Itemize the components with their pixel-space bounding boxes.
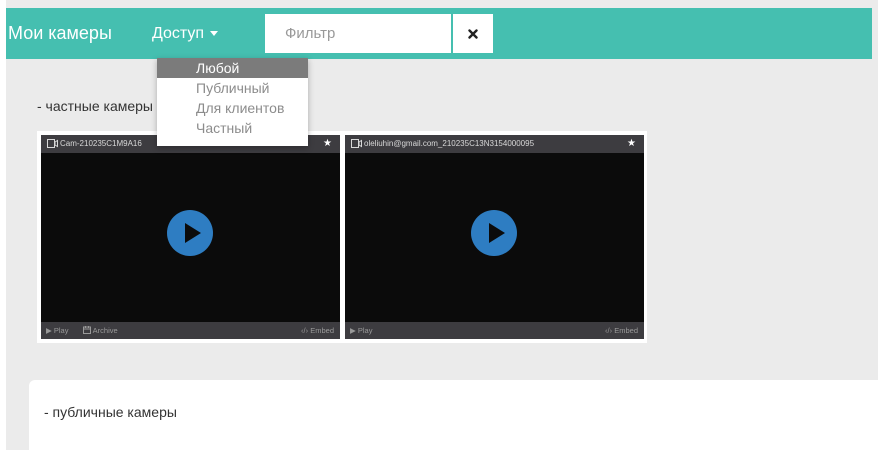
caret-down-icon	[210, 31, 219, 37]
code-icon: ‹/›	[605, 326, 613, 335]
video-camera-icon	[351, 139, 362, 148]
camera-name: oleliuhin@gmail.com_210235C13N3154000095	[364, 139, 535, 148]
play-link[interactable]: ▶ Play	[46, 322, 68, 339]
camera-footer: ▶ Play ‹/› Embed	[345, 322, 644, 339]
access-option-clients[interactable]: Для клиентов	[157, 98, 308, 118]
camera-footer: ▶ Play Archive ‹/› Embed	[41, 322, 340, 339]
camera-card: oleliuhin@gmail.com_210235C13N3154000095…	[345, 135, 644, 339]
star-icon[interactable]: ★	[323, 135, 332, 153]
play-link[interactable]: ▶ Play	[350, 322, 372, 339]
camera-video-area[interactable]	[41, 153, 340, 322]
app-title[interactable]: Мои камеры	[8, 8, 112, 59]
code-icon: ‹/›	[301, 326, 309, 335]
top-navbar: Мои камеры Доступ	[6, 8, 872, 59]
public-cameras-heading: - публичные камеры	[44, 404, 177, 420]
embed-link[interactable]: ‹/› Embed	[301, 322, 334, 339]
clear-filter-button[interactable]	[453, 14, 493, 53]
camera-header: oleliuhin@gmail.com_210235C13N3154000095…	[345, 135, 644, 153]
archive-link[interactable]: Archive	[83, 322, 118, 339]
play-label: Play	[53, 326, 69, 335]
star-icon[interactable]: ★	[627, 135, 636, 153]
access-option-private[interactable]: Частный	[157, 118, 308, 138]
access-label: Доступ	[152, 25, 205, 42]
embed-label: Embed	[614, 326, 638, 335]
play-label: Play	[357, 326, 373, 335]
play-button[interactable]	[167, 210, 213, 256]
private-cameras-heading: - частные камеры	[37, 98, 153, 114]
embed-link[interactable]: ‹/› Embed	[605, 322, 638, 339]
access-dropdown-toggle[interactable]: Доступ	[152, 8, 219, 59]
camera-name: Cam-210235C1M9A16	[60, 139, 142, 148]
camera-card: Cam-210235C1M9A16 ★ ▶ Play Archive ‹/› E…	[41, 135, 340, 339]
access-dropdown-menu: Любой Публичный Для клиентов Частный	[157, 58, 308, 146]
filter-input[interactable]	[265, 14, 451, 53]
play-button[interactable]	[471, 210, 517, 256]
access-option-any[interactable]: Любой	[157, 58, 308, 78]
video-camera-icon	[47, 139, 58, 148]
public-cameras-panel: - публичные камеры	[29, 380, 878, 450]
access-option-public[interactable]: Публичный	[157, 78, 308, 98]
calendar-icon	[83, 326, 91, 334]
camera-video-area[interactable]	[345, 153, 644, 322]
embed-label: Embed	[310, 326, 334, 335]
private-cameras-grid: Cam-210235C1M9A16 ★ ▶ Play Archive ‹/› E…	[37, 131, 647, 343]
close-icon	[468, 28, 478, 39]
archive-label: Archive	[92, 326, 118, 335]
